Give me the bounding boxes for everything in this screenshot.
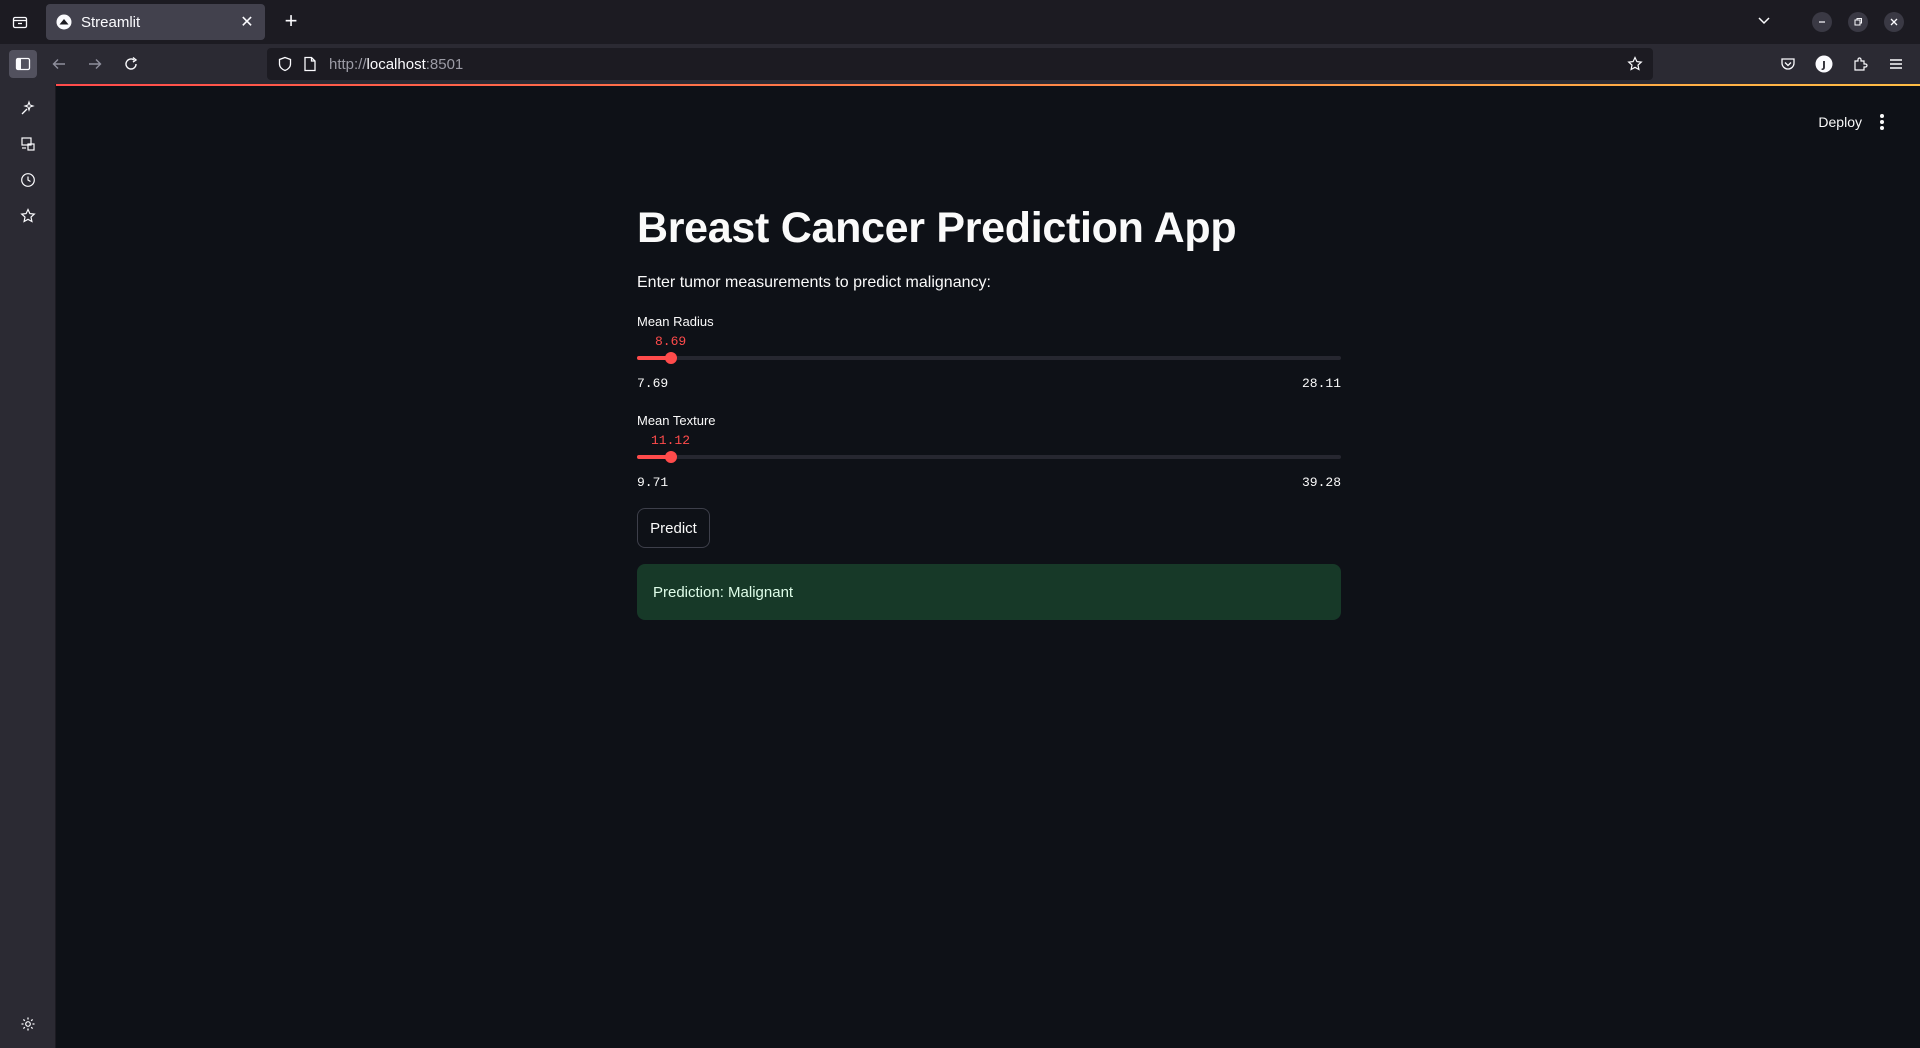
account-avatar-icon[interactable]: J [1806,50,1842,78]
slider-track[interactable] [637,352,1341,364]
streamlit-app: Deploy Breast Cancer Prediction App Ente… [56,86,1920,1048]
window-close-icon[interactable] [1884,12,1904,32]
page-title: Breast Cancer Prediction App [637,204,1237,252]
tab-list-icon[interactable] [8,10,32,34]
slider-max-label: 39.28 [1301,475,1341,490]
navigation-toolbar: http://localhost:8501 J [0,44,1920,84]
url-bar[interactable]: http://localhost:8501 [267,48,1653,80]
extensions-icon[interactable] [1842,50,1878,78]
main-menu-kebab-icon[interactable] [1874,112,1890,132]
prediction-result-text: Prediction: Malignant [653,583,794,601]
url-text: http://localhost:8501 [329,55,464,73]
slider-current-value: 11.12 [651,433,691,448]
bookmark-star-icon[interactable] [1627,56,1643,72]
slider-label: Mean Texture [637,413,716,428]
new-tab-icon[interactable]: + [279,10,303,34]
page-subtitle: Enter tumor measurements to predict mali… [637,274,991,291]
slider-min-label: 9.71 [637,475,669,490]
reload-icon[interactable] [117,50,145,78]
tab-title: Streamlit [81,13,141,31]
prediction-success-alert: Prediction: Malignant [637,564,1341,620]
slider-mean-texture: Mean Texture 11.12 9.71 39.28 [637,413,1341,490]
page-info-icon[interactable] [303,56,317,72]
slider-max-label: 28.11 [1301,376,1341,391]
slider-label: Mean Radius [637,314,714,329]
sidebar-toggle-icon[interactable] [9,50,37,78]
slider-thumb[interactable] [665,352,678,364]
pocket-icon[interactable] [1770,50,1806,78]
svg-text:J: J [1821,60,1826,71]
tab-overflow-chevron-icon[interactable] [1756,12,1772,33]
slider-min-label: 7.69 [637,376,669,391]
tab-bar: Streamlit ✕ + [0,0,1920,44]
app-menu-icon[interactable] [1878,50,1914,78]
slider-mean-radius: Mean Radius 8.69 7.69 28.11 [637,314,1341,391]
restore-icon[interactable] [1848,12,1868,32]
browser-tab[interactable]: Streamlit ✕ [46,4,265,40]
bookmarks-star-icon[interactable] [16,204,40,228]
history-icon[interactable] [16,168,40,192]
forward-icon[interactable] [81,50,109,78]
browser-sidebar [0,84,56,1048]
predict-button[interactable]: Predict [637,508,710,548]
streamlit-favicon-icon [56,14,72,30]
tab-close-icon[interactable]: ✕ [239,12,255,32]
back-icon[interactable] [45,50,73,78]
minimize-icon[interactable] [1812,12,1832,32]
ai-chatbot-icon[interactable] [16,96,40,120]
slider-current-value: 8.69 [655,334,687,349]
synced-tabs-icon[interactable] [16,132,40,156]
slider-track[interactable] [637,451,1341,463]
sidebar-settings-gear-icon[interactable] [16,1012,40,1036]
slider-thumb[interactable] [664,451,677,463]
deploy-button[interactable]: Deploy [1812,110,1868,134]
shield-icon[interactable] [277,56,293,72]
